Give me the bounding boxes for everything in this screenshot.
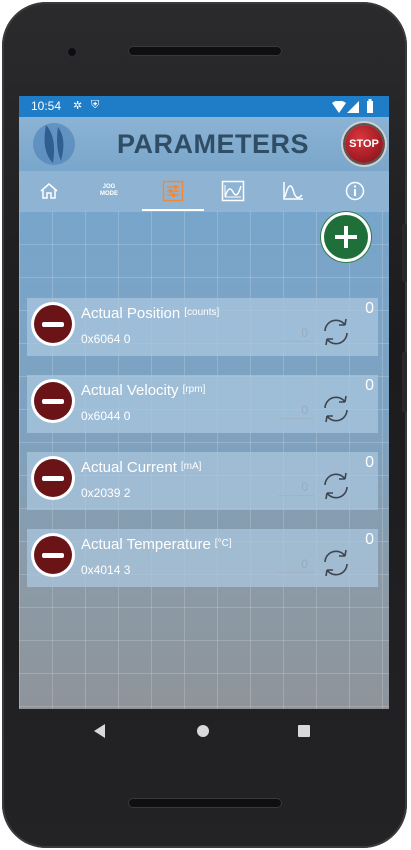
parameter-row: 0 Actual Temperature [°C] 0x4014 3 0 [27, 529, 378, 587]
parameter-name-text: Actual Position [81, 305, 181, 322]
parameter-write-input[interactable]: 0 [278, 557, 314, 573]
jog-mode-label: JOG MODE [100, 184, 118, 198]
parameter-address: 0x2039 2 [81, 486, 131, 500]
power-button [402, 352, 407, 412]
tab-scope[interactable] [203, 171, 263, 211]
tab-bar: JOG MODE [19, 171, 389, 211]
settings-status-icon: ✲ [73, 100, 83, 112]
battery-icon [367, 99, 373, 113]
home-icon [40, 183, 58, 199]
app-logo [33, 123, 75, 165]
parameter-unit: [°C] [214, 538, 232, 549]
stop-button[interactable]: STOP [345, 125, 383, 163]
add-parameter-button[interactable] [324, 215, 368, 259]
parameter-write-input[interactable]: 0 [278, 480, 314, 496]
shield-status-icon: ⛨ [91, 99, 100, 111]
parameter-value: 0 [365, 377, 374, 394]
remove-parameter-button[interactable] [34, 382, 72, 420]
jog-mode-line1: JOG [102, 184, 116, 190]
parameter-row: 0 Actual Velocity [rpm] 0x6044 0 0 [27, 375, 378, 433]
parameter-value: 0 [365, 300, 374, 317]
minus-icon [42, 398, 64, 404]
cell-signal-icon [347, 101, 359, 113]
parameter-address: 0x6044 0 [81, 409, 131, 423]
wifi-icon [332, 101, 346, 113]
tab-jog-mode[interactable]: JOG MODE [79, 171, 139, 211]
scope-icon [221, 180, 245, 202]
minus-icon [42, 552, 64, 558]
tab-parameters[interactable] [143, 171, 203, 211]
parameter-name: Actual Temperature [°C] [81, 536, 232, 553]
earpiece-speaker [128, 46, 282, 56]
parameter-value: 0 [365, 454, 374, 471]
parameter-unit: [mA] [180, 461, 202, 472]
parameter-name-text: Actual Temperature [81, 536, 211, 553]
tab-home[interactable] [19, 171, 79, 211]
remove-parameter-button[interactable] [34, 459, 72, 497]
plus-icon [335, 226, 357, 248]
parameter-row: 0 Actual Current [mA] 0x2039 2 0 [27, 452, 378, 510]
parameter-address: 0x6064 0 [81, 332, 131, 346]
bottom-speaker [128, 798, 282, 808]
parameter-row: 0 Actual Position [counts] 0x6064 0 0 [27, 298, 378, 356]
tab-info[interactable] [325, 171, 385, 211]
system-nav-bar [19, 709, 389, 755]
parameter-write-input[interactable]: 0 [278, 403, 314, 419]
parameter-name-text: Actual Velocity [81, 382, 179, 399]
refresh-icon[interactable] [319, 546, 353, 580]
parameter-write-input[interactable]: 0 [278, 326, 314, 342]
recent-apps-icon[interactable] [298, 725, 310, 737]
remove-parameter-button[interactable] [34, 305, 72, 343]
refresh-icon[interactable] [319, 392, 353, 426]
status-time: 10:54 [31, 99, 62, 113]
page-title: PARAMETERS [117, 129, 310, 159]
parameter-name-text: Actual Current [81, 459, 177, 476]
status-bar: 10:54 ✲ ⛨ [19, 96, 389, 117]
parameter-unit: [rpm] [182, 384, 206, 395]
volume-button [402, 224, 407, 282]
back-icon[interactable] [94, 724, 105, 738]
refresh-icon[interactable] [319, 469, 353, 503]
jog-mode-line2: MODE [100, 191, 118, 197]
app-bar: PARAMETERS STOP [19, 117, 389, 171]
tab-graph[interactable] [263, 171, 323, 211]
home-circle-icon[interactable] [197, 725, 209, 737]
minus-icon [42, 475, 64, 481]
front-camera [66, 46, 78, 58]
sliders-icon [162, 180, 184, 202]
parameter-value: 0 [365, 531, 374, 548]
remove-parameter-button[interactable] [34, 536, 72, 574]
parameter-address: 0x4014 3 [81, 563, 131, 577]
parameter-unit: [counts] [184, 307, 220, 318]
refresh-icon[interactable] [319, 315, 353, 349]
graph-icon [283, 182, 303, 200]
minus-icon [42, 321, 64, 327]
parameter-name: Actual Position [counts] [81, 305, 219, 322]
app-screen: 10:54 ✲ ⛨ PARAMETERS STOP JOG MODE 0 Act… [19, 96, 389, 709]
parameter-name: Actual Current [mA] [81, 459, 201, 476]
parameter-name: Actual Velocity [rpm] [81, 382, 205, 399]
info-icon [345, 181, 365, 201]
